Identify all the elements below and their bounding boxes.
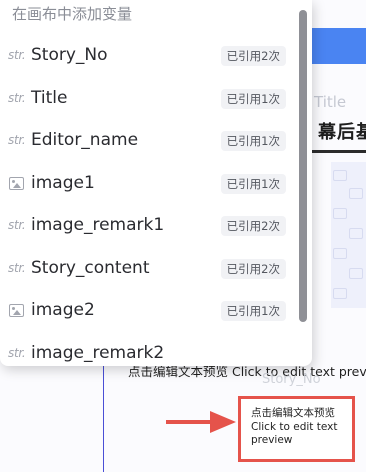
image-icon [9,304,24,317]
editor-stage: Title 幕后基 点击编辑文本预览 Click to edit text pr… [0,0,366,472]
image-placeholder-icon [349,268,363,279]
variable-item[interactable]: str. Story_No 已引用2次 [0,35,298,78]
image-placeholder-icon [333,170,347,181]
string-type-icon: str. [8,260,26,275]
reference-count-badge: 已引用1次 [220,131,286,151]
canvas-image-placeholder[interactable] [331,162,366,308]
image-placeholder-icon [333,288,347,299]
variable-item[interactable]: str. image_remark2 [0,333,298,367]
variable-item[interactable]: str. Editor_name 已引用1次 [0,120,298,163]
variable-name: image_remark1 [31,215,165,235]
dropdown-header: 在画布中添加变量 [12,5,133,23]
variable-name: image2 [31,300,95,320]
variable-name: Story_content [31,257,150,278]
canvas-guide-line [103,364,104,472]
variable-item[interactable]: str. Title 已引用1次 [0,78,298,121]
image-icon [9,176,24,190]
reference-count-badge: 已引用1次 [220,301,286,321]
variable-item[interactable]: image2 已引用1次 [0,290,298,333]
string-type-icon: str. [8,48,26,62]
canvas-title-placeholder[interactable]: Title [314,93,346,111]
string-type-icon: str. [8,133,26,147]
variable-name: image_remark2 [31,342,165,363]
image-placeholder-icon [349,188,363,199]
reference-count-badge: 已引用2次 [220,216,286,236]
variable-name: Title [31,87,68,108]
reference-count-badge: 已引用2次 [220,258,286,279]
reference-count-badge: 已引用2次 [220,46,286,66]
variable-item[interactable]: str. image_remark1 已引用2次 [0,205,298,248]
reference-count-badge: 已引用1次 [220,173,286,194]
preview-line: 点击编辑文本预览 [251,407,335,419]
variable-dropdown: 在画布中添加变量 str. Story_No 已引用2次 str. Title 已引用1次… [0,0,312,366]
canvas-story-placeholder[interactable]: Story_No [262,372,321,387]
string-type-icon: str. [8,218,26,232]
preview-line: Click to edit text [251,420,338,433]
preview-line: preview [251,434,293,446]
variable-list: str. Story_No 已引用2次 str. Title 已引用1次 str. Edito… [0,35,298,366]
text-preview-callout[interactable]: 点击编辑文本预览 Click to edit text preview [238,396,355,462]
variable-name: Story_No [31,45,108,65]
scrollbar-thumb[interactable] [299,10,307,322]
canvas-divider [303,150,366,153]
reference-count-badge: 已引用1次 [220,88,286,109]
image-placeholder-icon [349,228,363,239]
canvas-heading-text[interactable]: 幕后基 [318,118,366,144]
variable-name: Editor_name [31,130,139,150]
image-placeholder-icon [333,208,347,219]
string-type-icon: str. [8,345,26,360]
variable-item[interactable]: str. Story_content 已引用2次 [0,248,298,291]
variable-item[interactable]: image1 已引用1次 [0,163,298,206]
annotation-arrow-icon [166,411,236,433]
string-type-icon: str. [8,90,26,105]
variable-name: image1 [31,172,95,193]
image-placeholder-icon [333,248,347,259]
